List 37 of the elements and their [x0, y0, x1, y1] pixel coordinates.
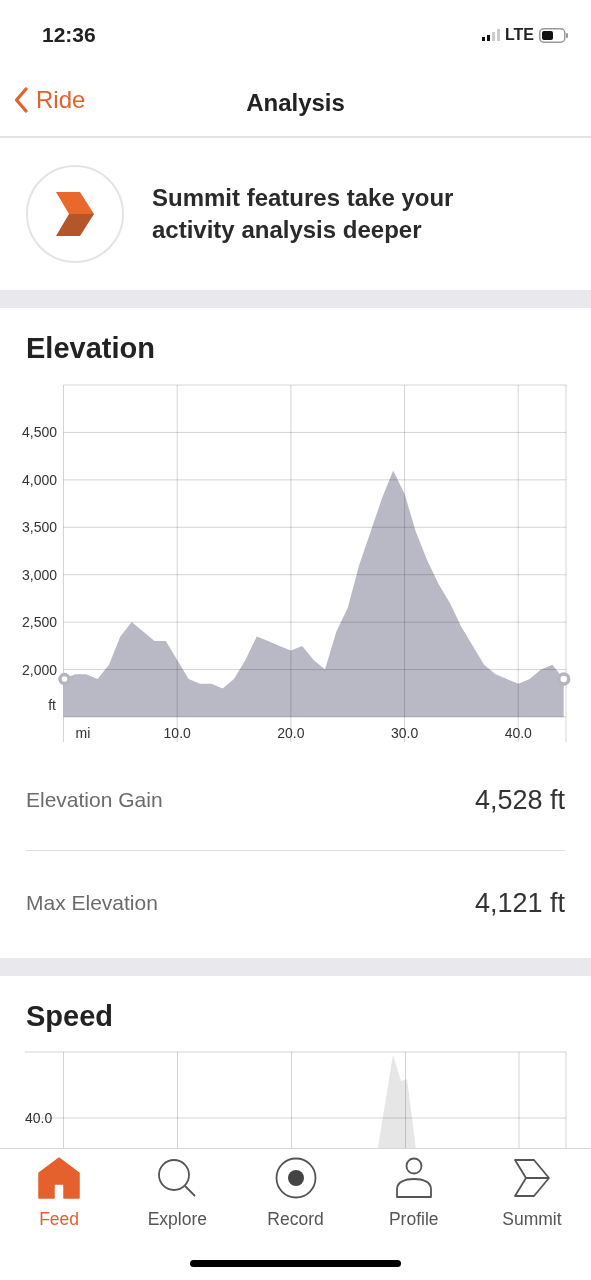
y-axis-label: 2,500	[21, 614, 57, 631]
record-icon	[274, 1157, 317, 1199]
back-chevron-icon	[14, 87, 28, 113]
chevron-icon	[56, 192, 94, 236]
summit-badge[interactable]	[26, 165, 124, 263]
signal-icon	[481, 29, 500, 41]
x-axis-label: 10.0	[163, 725, 191, 741]
speed-chart[interactable]: 40.0	[0, 1045, 591, 1148]
battery-icon	[539, 27, 569, 43]
stat-label: Elevation Gain	[26, 788, 163, 812]
stat-value: 4,121 ft	[474, 887, 565, 919]
x-axis-label: 40.0	[504, 725, 532, 741]
elevation-chart[interactable]: 2,000 2,500 3,000 3,500 4,000 4,500 ft mi 10.0 20.0 30.0 40.0	[0, 380, 591, 750]
section-title: Elevation	[26, 331, 155, 366]
status-time: 12:36	[42, 23, 96, 47]
y-axis-label: 4,000	[21, 471, 57, 488]
x-axis-label: 20.0	[277, 725, 305, 741]
y-axis-label: 4,500	[21, 424, 57, 441]
y-axis-label: 3,500	[21, 519, 57, 536]
axis-unit: ft	[48, 697, 56, 713]
tab-item[interactable]: Record	[236, 1149, 355, 1230]
home-icon	[38, 1157, 81, 1199]
stat-label: Max Elevation	[26, 891, 158, 915]
range-handle[interactable]	[58, 672, 71, 686]
tab-item[interactable]: Summit	[472, 1149, 591, 1230]
section-title: Speed	[26, 999, 114, 1034]
axis-label: 40.0	[25, 1110, 53, 1126]
tab-item[interactable]: Profile	[354, 1149, 473, 1230]
x-axis-label: 30.0	[390, 725, 419, 741]
y-axis-label: 2,000	[21, 661, 57, 678]
y-axis-label: 3,000	[21, 566, 57, 583]
range-handle[interactable]	[557, 672, 571, 686]
axis-unit: mi	[75, 725, 91, 741]
page-title: Analysis	[246, 89, 345, 117]
tab-item[interactable]: Explore	[118, 1149, 237, 1230]
network-label: LTE	[504, 26, 534, 44]
stat-value: 4,528 ft	[474, 784, 565, 816]
